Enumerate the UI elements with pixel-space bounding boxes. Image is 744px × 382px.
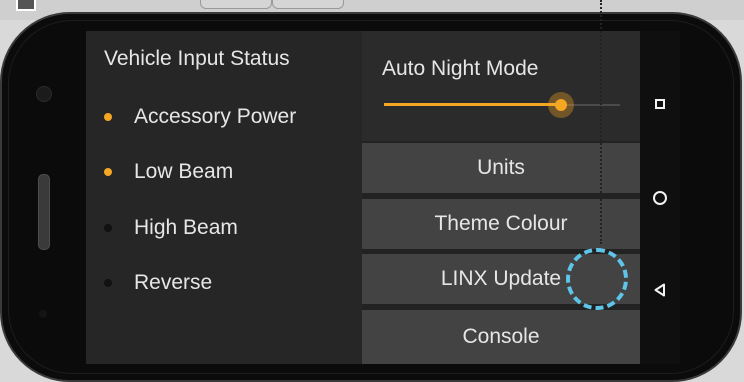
settings-panel: Auto Night Mode Units Theme Colour LINX … bbox=[362, 31, 640, 364]
status-label: Low Beam bbox=[134, 160, 234, 183]
units-button[interactable]: Units bbox=[362, 141, 640, 193]
night-mode-slider[interactable] bbox=[384, 92, 620, 119]
sensor-dot bbox=[39, 310, 47, 318]
slider-fill bbox=[384, 103, 561, 106]
console-button[interactable]: Console bbox=[362, 308, 640, 364]
home-circle-icon[interactable] bbox=[653, 191, 667, 205]
window-icon bbox=[16, 0, 36, 11]
status-label: Accessory Power bbox=[134, 105, 297, 128]
back-triangle-icon[interactable] bbox=[654, 283, 666, 297]
status-dot-icon bbox=[104, 113, 112, 121]
camera-icon bbox=[36, 86, 52, 102]
app-screen: Vehicle Input Status Accessory Power Low… bbox=[86, 31, 640, 364]
background-tab bbox=[272, 0, 344, 9]
slider-thumb[interactable] bbox=[555, 99, 567, 111]
vehicle-input-panel: Vehicle Input Status Accessory Power Low… bbox=[86, 31, 362, 364]
status-dot-icon bbox=[104, 224, 112, 232]
auto-night-mode-title: Auto Night Mode bbox=[382, 57, 539, 80]
status-item-high-beam: High Beam bbox=[104, 213, 238, 243]
theme-colour-button[interactable]: Theme Colour bbox=[362, 197, 640, 249]
android-nav-bar bbox=[640, 31, 680, 364]
vehicle-input-title: Vehicle Input Status bbox=[104, 47, 290, 70]
status-label: Reverse bbox=[134, 271, 213, 294]
status-item-low-beam: Low Beam bbox=[104, 157, 233, 187]
tap-indicator-ring bbox=[566, 248, 628, 310]
speaker-grille bbox=[38, 174, 50, 250]
status-label: High Beam bbox=[134, 216, 238, 239]
status-dot-icon bbox=[104, 279, 112, 287]
auto-night-mode-panel: Auto Night Mode bbox=[362, 31, 640, 141]
pointer-dotted-line bbox=[600, 0, 602, 244]
status-item-reverse: Reverse bbox=[104, 268, 212, 298]
recents-square-icon[interactable] bbox=[655, 99, 665, 109]
status-item-accessory-power: Accessory Power bbox=[104, 102, 296, 132]
background-tab bbox=[200, 0, 272, 9]
status-dot-icon bbox=[104, 168, 112, 176]
